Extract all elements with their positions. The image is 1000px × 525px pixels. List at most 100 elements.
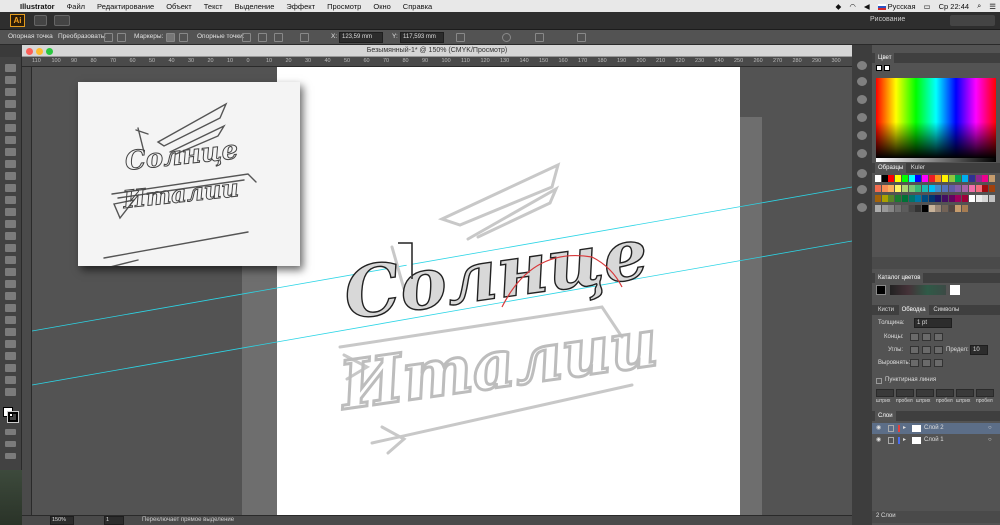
blob-brush-tool-icon[interactable] xyxy=(5,184,16,192)
gap-2-field[interactable] xyxy=(936,389,954,397)
swatch[interactable] xyxy=(875,195,881,202)
zoom-window-button[interactable] xyxy=(46,48,53,55)
swatch[interactable] xyxy=(942,195,948,202)
swatch[interactable] xyxy=(895,205,902,212)
dash-2-field[interactable] xyxy=(916,389,934,397)
dashed-line-checkbox[interactable] xyxy=(876,378,882,384)
align-inside-button[interactable] xyxy=(922,359,931,367)
tab-stroke[interactable]: Обводка xyxy=(898,305,929,315)
swatch[interactable] xyxy=(915,205,922,212)
swatch[interactable] xyxy=(955,195,962,202)
swatch[interactable] xyxy=(901,175,908,182)
layer-2-target-icon[interactable]: ○ xyxy=(988,423,992,434)
swatch[interactable] xyxy=(895,195,902,202)
zoom-select[interactable]: 150% xyxy=(50,516,74,525)
swatch[interactable] xyxy=(968,185,975,192)
rotate-tool-icon[interactable] xyxy=(5,208,16,216)
catalog-swatch-black[interactable] xyxy=(876,285,886,295)
swatch[interactable] xyxy=(875,205,881,212)
swatch[interactable] xyxy=(901,185,908,192)
swatch[interactable] xyxy=(888,205,895,212)
align-panel-icon[interactable] xyxy=(577,33,586,42)
gradient-panel-icon[interactable] xyxy=(857,149,867,158)
connect-anchors-icon[interactable] xyxy=(258,33,267,42)
swatch[interactable] xyxy=(948,175,955,182)
dash-3-field[interactable] xyxy=(956,389,974,397)
cut-path-icon[interactable] xyxy=(274,33,283,42)
align-icon[interactable] xyxy=(300,33,309,42)
round-cap-button[interactable] xyxy=(922,333,931,341)
swatch[interactable] xyxy=(908,205,915,212)
swatch[interactable] xyxy=(881,175,888,182)
catalog-swatch-white[interactable] xyxy=(950,285,960,295)
menu-help[interactable]: Справка xyxy=(397,2,438,11)
transparency-panel-icon[interactable] xyxy=(857,131,867,140)
layer-2-name[interactable]: Слой 2 xyxy=(924,423,944,434)
gradient-tool-icon[interactable] xyxy=(5,292,16,300)
swatch[interactable] xyxy=(888,185,895,192)
swatch-grid[interactable] xyxy=(875,175,997,235)
swatch[interactable] xyxy=(908,195,915,202)
swatch[interactable] xyxy=(948,205,955,212)
y-field[interactable]: 117,593 mm xyxy=(400,32,444,43)
screen-mode-icon[interactable] xyxy=(5,453,16,459)
horizontal-ruler[interactable]: 110 100 90 80 70 60 50 40 30 20 10 0 10 20 30 40 50 60 70 8… xyxy=(22,57,852,67)
isolate-icon[interactable] xyxy=(502,33,511,42)
weight-field[interactable]: 1 pt xyxy=(914,318,952,328)
swatch[interactable] xyxy=(908,185,915,192)
direct-selection-tool-icon[interactable] xyxy=(5,76,16,84)
swatch[interactable] xyxy=(948,195,955,202)
swatch[interactable] xyxy=(935,195,942,202)
swatch[interactable] xyxy=(942,175,948,182)
line-tool-icon[interactable] xyxy=(5,136,16,144)
dropbox-icon[interactable]: ◆ xyxy=(832,2,846,11)
swatch[interactable] xyxy=(955,205,962,212)
dash-1-field[interactable] xyxy=(876,389,894,397)
magic-wand-tool-icon[interactable] xyxy=(5,88,16,96)
menu-app[interactable]: Illustrator xyxy=(14,2,61,11)
swatch[interactable] xyxy=(921,195,928,202)
vertical-ruler[interactable] xyxy=(22,67,32,515)
convert-smooth-icon[interactable] xyxy=(117,33,126,42)
menu-view[interactable]: Просмотр xyxy=(321,2,367,11)
menu-window[interactable]: Окно xyxy=(367,2,396,11)
grid-icon[interactable] xyxy=(456,33,465,42)
battery-icon[interactable]: ▭ xyxy=(920,2,935,11)
color-mode-icon[interactable] xyxy=(5,429,16,435)
tab-swatches[interactable]: Образцы xyxy=(875,163,907,173)
swatch[interactable] xyxy=(915,185,922,192)
swatch[interactable] xyxy=(888,175,895,182)
layer-2-expand-icon[interactable]: ▸ xyxy=(903,423,906,434)
gap-1-field[interactable] xyxy=(896,389,914,397)
layer-1-visibility-icon[interactable]: ◉ xyxy=(876,435,881,446)
color-panel-icon[interactable] xyxy=(857,61,867,70)
swatch[interactable] xyxy=(968,175,975,182)
rectangle-tool-icon[interactable] xyxy=(5,148,16,156)
swatch[interactable] xyxy=(928,205,935,212)
swatch[interactable] xyxy=(975,195,982,202)
align-center-button[interactable] xyxy=(910,359,919,367)
appearance-panel-icon[interactable] xyxy=(857,95,867,104)
graphic-styles-panel-icon[interactable] xyxy=(857,113,867,122)
zoom-tool-icon[interactable] xyxy=(5,388,16,396)
swatch[interactable] xyxy=(962,175,969,182)
menu-file[interactable]: Файл xyxy=(61,2,91,11)
close-window-button[interactable] xyxy=(26,48,33,55)
swatch[interactable] xyxy=(982,185,989,192)
layer-row-2[interactable]: ◉ ▸ Слой 2 ○ xyxy=(872,423,1000,434)
stroke-swatch[interactable] xyxy=(7,411,19,423)
round-join-button[interactable] xyxy=(922,346,931,354)
spotlight-icon[interactable]: ⌕ xyxy=(973,1,985,11)
swatch[interactable] xyxy=(921,205,928,212)
shape-builder-tool-icon[interactable] xyxy=(5,256,16,264)
swatch[interactable] xyxy=(928,185,935,192)
swatch[interactable] xyxy=(935,175,942,182)
align-panel-icon-strip[interactable] xyxy=(857,185,867,194)
wifi-icon[interactable]: ◠ xyxy=(845,2,860,11)
catalog-panel-header[interactable]: Каталог цветов xyxy=(872,273,1000,283)
swatch[interactable] xyxy=(935,205,942,212)
layer-1-expand-icon[interactable]: ▸ xyxy=(903,435,906,446)
gap-3-field[interactable] xyxy=(976,389,994,397)
swatch[interactable] xyxy=(955,185,962,192)
swatch[interactable] xyxy=(928,175,935,182)
